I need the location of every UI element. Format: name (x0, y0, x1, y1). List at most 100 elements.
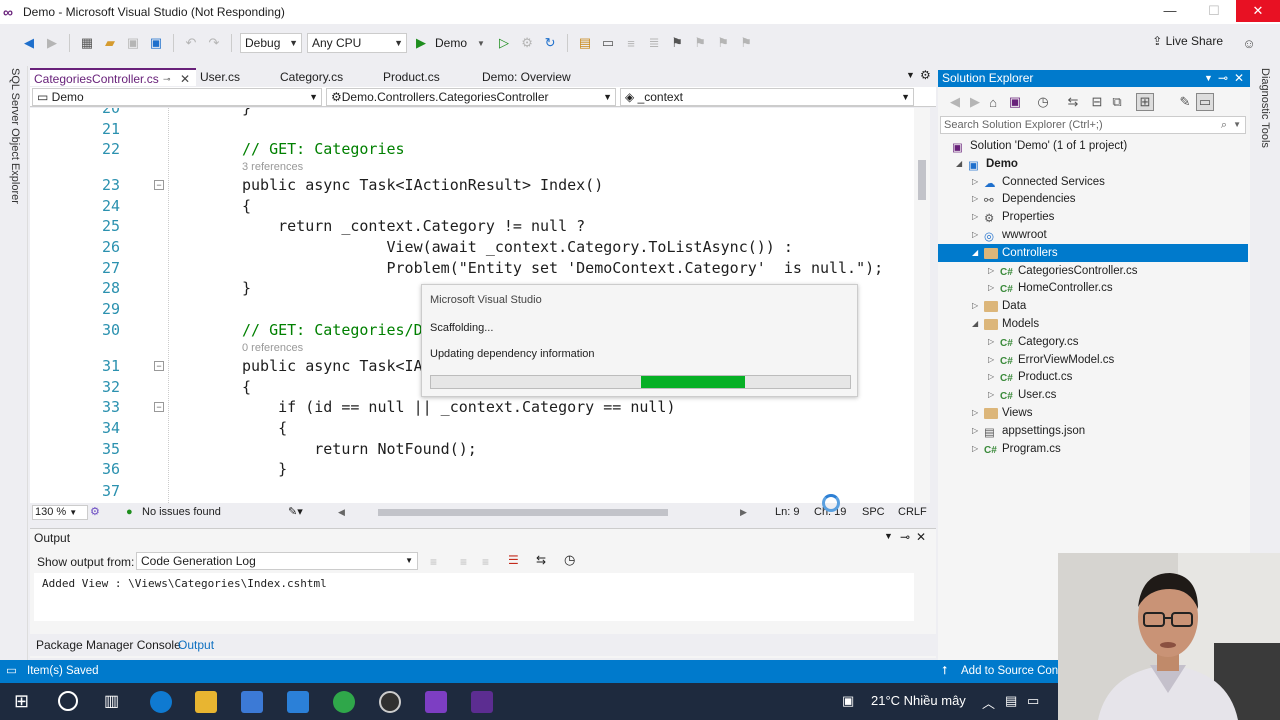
solution-tree-item[interactable]: ▷ ⚙ Properties (938, 208, 1248, 226)
store-icon[interactable] (241, 691, 263, 713)
pin-icon[interactable]: ⊸ (900, 530, 910, 544)
tab-user[interactable]: User.cs (200, 68, 280, 86)
platform-select[interactable]: Any CPU ▼ (307, 33, 407, 53)
tab-package-manager-console[interactable]: Package Manager Console (36, 638, 181, 652)
maximize-button[interactable]: ☐ (1192, 0, 1236, 22)
live-share-button[interactable]: ⇪ Live Share (1152, 34, 1223, 48)
close-icon[interactable]: ✕ (1234, 70, 1244, 87)
collapsed-arrow-icon[interactable]: ▷ (988, 368, 994, 386)
solution-tree-item[interactable]: ▷ C# Category.cs (938, 333, 1248, 351)
collapsed-arrow-icon[interactable]: ▷ (972, 208, 978, 226)
solution-tree-item[interactable]: ▷ Views (938, 404, 1248, 422)
line-ending-indicator[interactable]: CRLF (898, 503, 927, 522)
bookmark-icon[interactable]: ⚑ (668, 34, 686, 52)
search-icon[interactable] (58, 691, 78, 711)
collapse-icon[interactable]: − (154, 361, 164, 371)
start-without-debug-icon[interactable]: ▷ (495, 34, 513, 52)
preview-selected-icon[interactable]: ⊞ (1136, 93, 1154, 111)
switch-views-icon[interactable]: ▣ (1006, 93, 1024, 111)
expanded-arrow-icon[interactable]: ◢ (956, 155, 962, 173)
scrollbar-thumb[interactable] (918, 160, 926, 200)
home-icon[interactable]: ⌂ (984, 93, 1002, 111)
collapsed-arrow-icon[interactable]: ▷ (972, 190, 978, 208)
close-icon[interactable]: ✕ (916, 530, 926, 544)
solution-tree-item[interactable]: ▷ C# ErrorViewModel.cs (938, 351, 1248, 369)
solution-tree-item[interactable]: ▷ ▤ appsettings.json (938, 422, 1248, 440)
window-layout-icon[interactable]: ▭ (599, 34, 617, 52)
tab-list-dropdown-icon[interactable]: ▼ (906, 70, 915, 80)
solution-tree-item[interactable]: ▷ ⚯ Dependencies (938, 190, 1248, 208)
next-message-icon[interactable]: ≡ (482, 555, 489, 569)
collapse-icon[interactable]: − (154, 180, 164, 190)
tab-category[interactable]: Category.cs (280, 68, 380, 86)
collapsed-arrow-icon[interactable]: ▷ (988, 386, 994, 404)
type-dropdown[interactable]: ⚙Demo.Controllers.CategoriesController ▼ (326, 88, 616, 106)
panel-dropdown-icon[interactable]: ▼ (884, 531, 893, 541)
solution-tree-item[interactable]: ▷ C# Product.cs (938, 368, 1248, 386)
solution-tree-item[interactable]: ▷ C# User.cs (938, 386, 1248, 404)
references-codelens[interactable]: 3 references (242, 161, 303, 175)
visual-studio-icon[interactable] (425, 691, 447, 713)
start-debug-icon[interactable]: ▶ (412, 34, 430, 52)
chrome-icon[interactable] (333, 691, 355, 713)
solution-search-input[interactable]: Search Solution Explorer (Ctrl+;) ⌕ ▼ (940, 116, 1246, 134)
solution-tree-item[interactable]: ▷ ☁ Connected Services (938, 173, 1248, 191)
show-all-files-icon[interactable]: ⧉ (1108, 93, 1126, 111)
save-all-icon[interactable]: ▣ (147, 34, 165, 52)
collapsed-arrow-icon[interactable]: ▷ (972, 173, 978, 191)
horizontal-scrollbar[interactable] (378, 509, 668, 516)
output-source-select[interactable]: Code Generation Log ▼ (136, 552, 418, 570)
back-icon[interactable]: ◀ (946, 93, 964, 111)
previous-message-icon[interactable]: ≡ (460, 555, 467, 569)
edge-icon[interactable] (150, 691, 172, 713)
sync-icon[interactable]: ⇆ (1064, 93, 1082, 111)
settings-gear-icon[interactable]: ⚙ (920, 68, 931, 82)
issues-status[interactable]: No issues found (142, 503, 221, 522)
next-bookmark-icon[interactable]: ⚑ (714, 34, 732, 52)
align-icon[interactable]: ≡ (622, 34, 640, 52)
add-to-source-control-button[interactable]: Add to Source Cont (961, 660, 1061, 683)
solution-tree-item[interactable]: ▷ C# CategoriesController.cs (938, 262, 1248, 280)
intellicode-icon[interactable]: ⚙ (90, 503, 100, 522)
terminal-icon[interactable] (471, 691, 493, 713)
properties-icon[interactable]: ▭ (1196, 93, 1214, 111)
recorder-icon[interactable] (379, 691, 401, 713)
windows-start-icon[interactable]: ⊞ (14, 692, 29, 710)
tray-network-icon[interactable]: ▭ (1027, 693, 1039, 709)
diagnostic-tools-tab[interactable]: Diagnostic Tools (1259, 68, 1271, 148)
sql-server-object-explorer-tab[interactable]: SQL Server Object Explorer (9, 68, 21, 204)
whitespace-indicator[interactable]: SPC (862, 503, 885, 522)
search-icon[interactable]: ⌕ (1221, 117, 1227, 133)
clear-bookmarks-icon[interactable]: ⚑ (737, 34, 755, 52)
word-wrap-icon[interactable]: ⇆ (536, 553, 546, 567)
clock-icon[interactable]: ◷ (564, 552, 575, 568)
member-dropdown[interactable]: ◈ _context ▼ (620, 88, 914, 106)
references-codelens[interactable]: 0 references (242, 342, 303, 356)
forward-icon[interactable]: ▶ (43, 34, 61, 52)
close-icon[interactable]: ✕ (180, 70, 190, 88)
configuration-select[interactable]: Debug ▼ (240, 33, 302, 53)
solution-tree-item[interactable]: ▷ C# HomeController.cs (938, 279, 1248, 297)
tab-output[interactable]: Output (178, 638, 214, 652)
chevron-up-icon[interactable]: ︿ (982, 693, 995, 712)
solution-tree-item[interactable]: ◢ Models (938, 315, 1248, 333)
run-target-label[interactable]: Demo (435, 36, 467, 50)
collapsed-arrow-icon[interactable]: ▷ (972, 422, 978, 440)
hot-reload-icon[interactable]: ⚙ (518, 34, 536, 52)
solution-tree-item[interactable]: ◢ Controllers (938, 243, 1248, 262)
comment-icon[interactable]: ≣ (645, 34, 663, 52)
find-message-icon[interactable]: ≡ (430, 555, 437, 569)
brush-icon[interactable]: ✎▾ (288, 503, 303, 522)
expanded-arrow-icon[interactable]: ◢ (972, 244, 978, 262)
panel-dropdown-icon[interactable]: ▼ (1204, 70, 1213, 87)
output-text-area[interactable]: Added View : \Views\Categories\Index.csh… (34, 573, 914, 621)
expanded-arrow-icon[interactable]: ◢ (972, 315, 978, 333)
solution-tree-item[interactable]: ▷ Data (938, 297, 1248, 315)
collapse-icon[interactable]: − (154, 402, 164, 412)
redo-icon[interactable]: ↷ (205, 34, 223, 52)
solution-tree-item[interactable]: ▷ ◎ wwwroot (938, 226, 1248, 244)
zoom-select[interactable]: 130 % ▼ (32, 505, 88, 520)
collapsed-arrow-icon[interactable]: ▷ (972, 404, 978, 422)
collapsed-arrow-icon[interactable]: ▷ (972, 226, 978, 244)
pin-icon[interactable]: ⊸ (163, 70, 171, 88)
